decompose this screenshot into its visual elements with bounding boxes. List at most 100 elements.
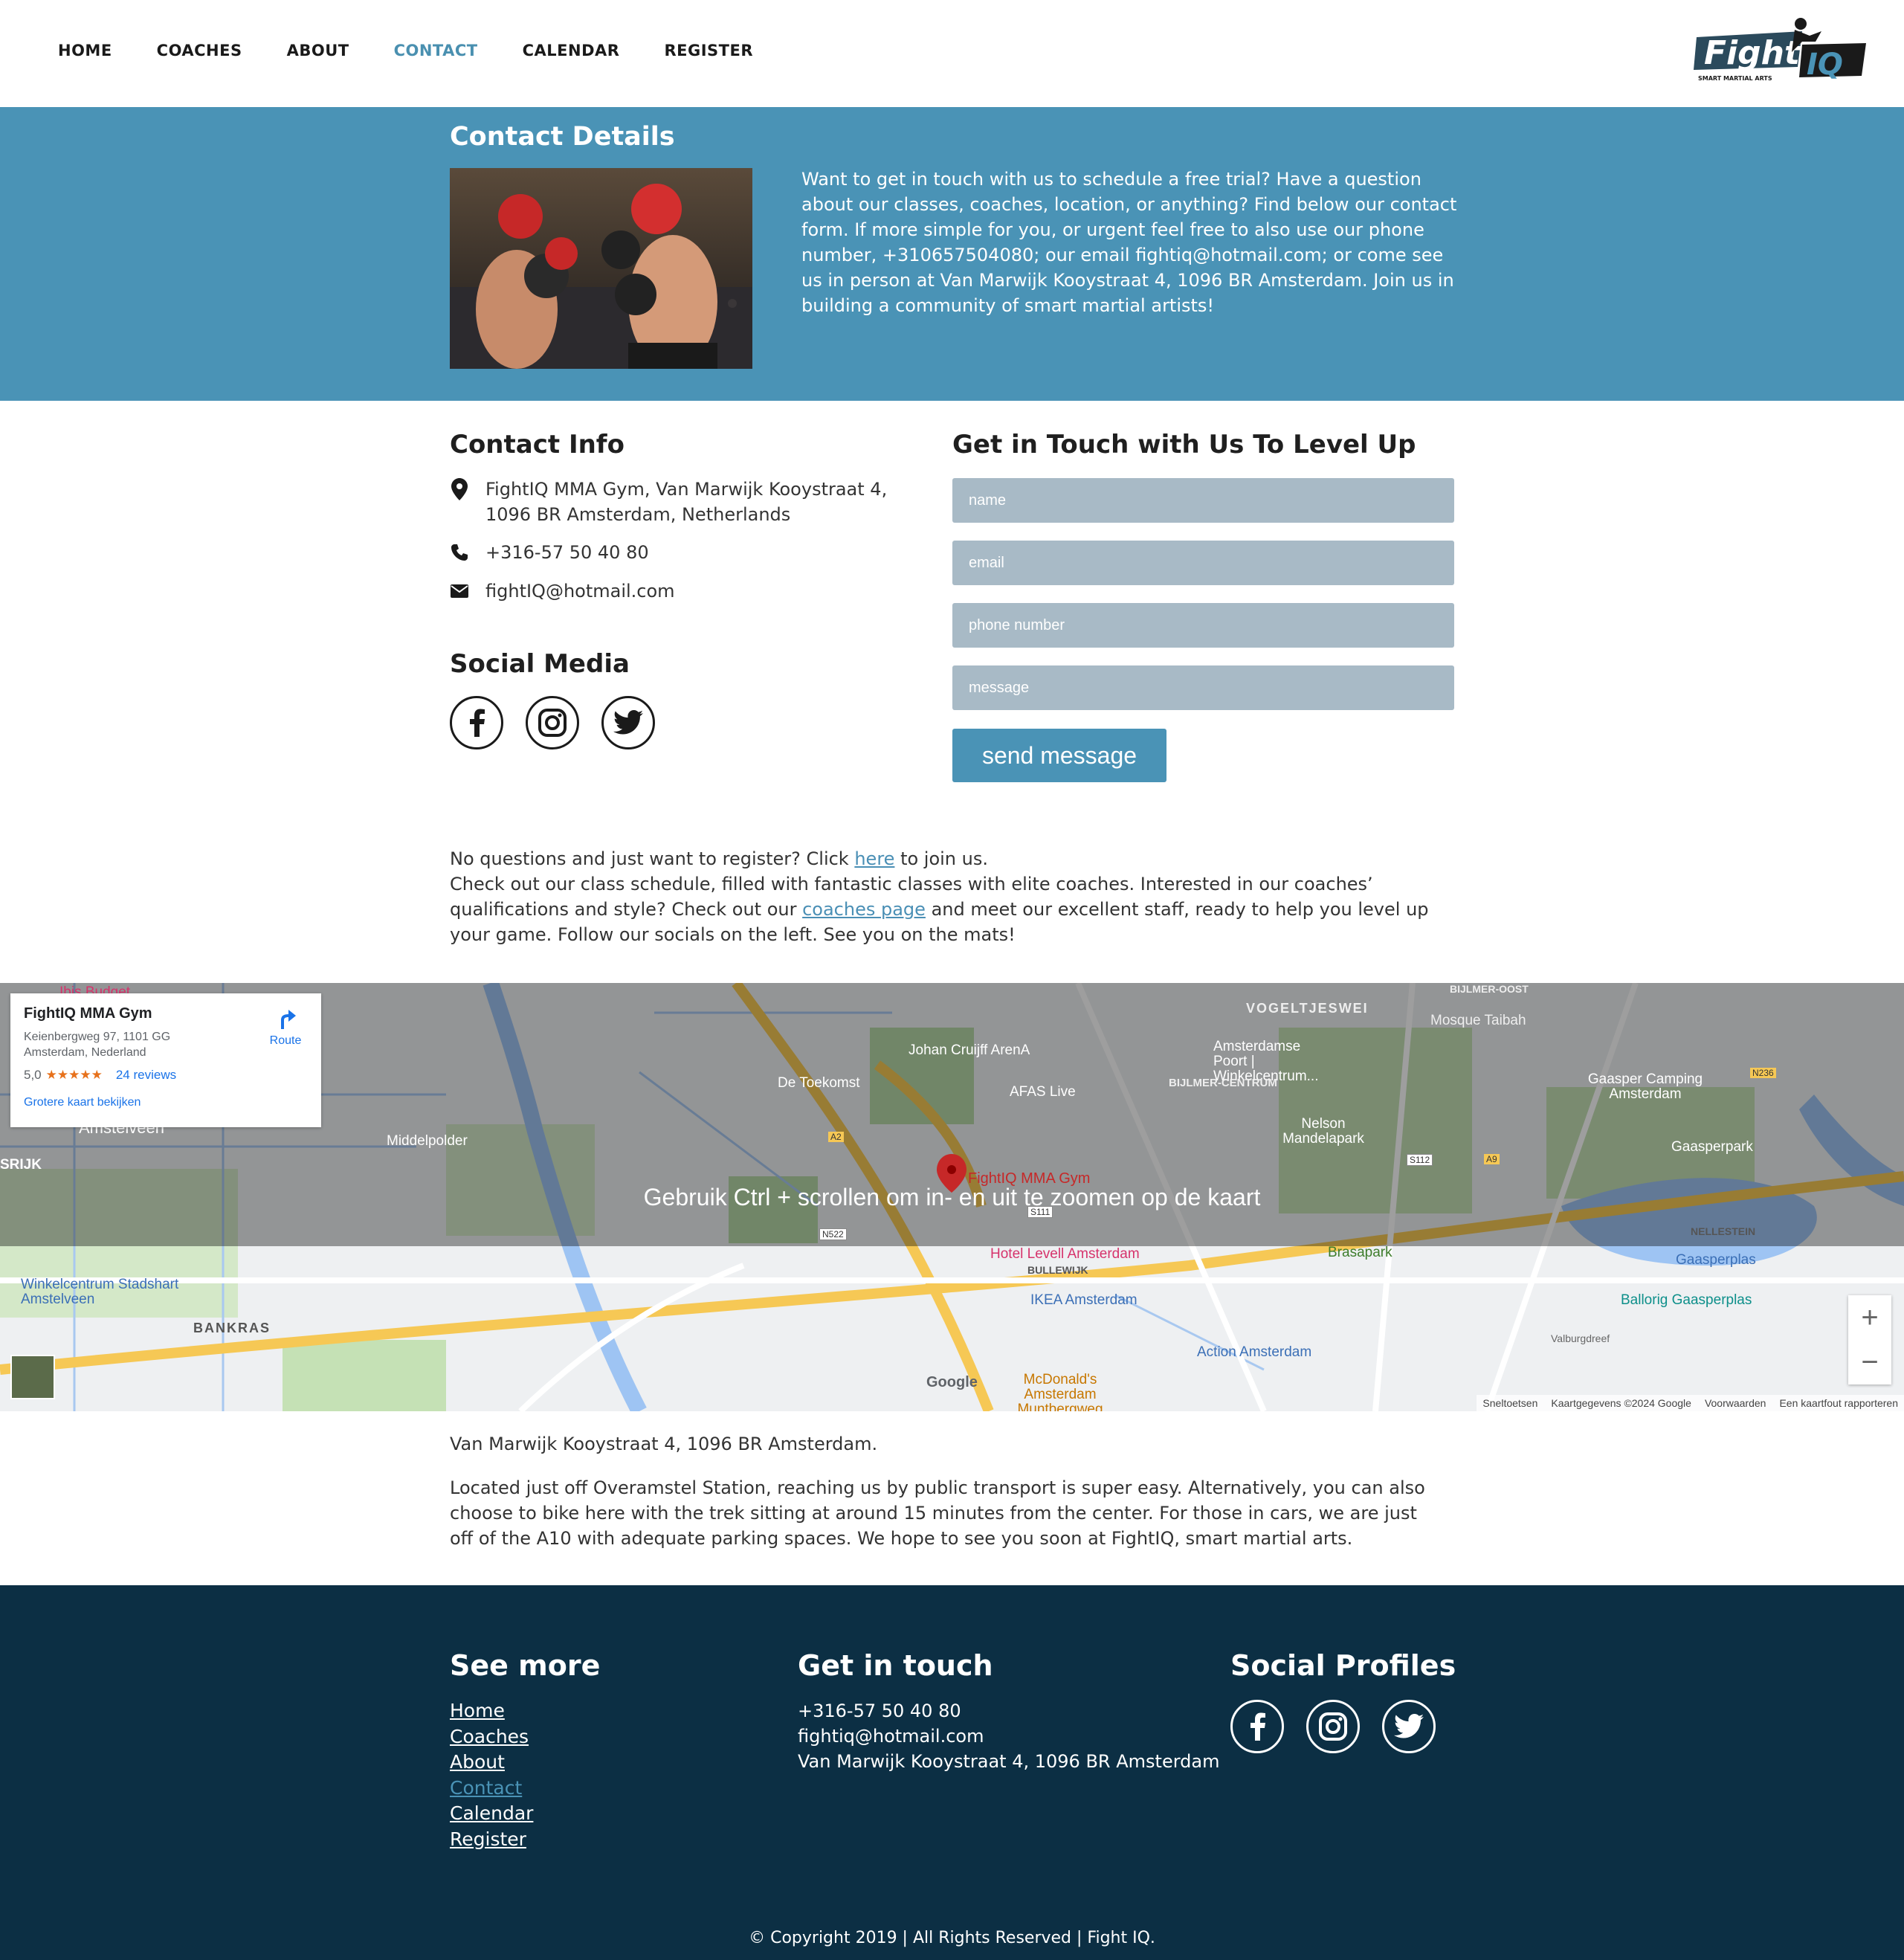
map-card-stars: ★★★★★	[45, 1068, 103, 1082]
nav-coaches[interactable]: COACHES	[157, 42, 242, 59]
message-field[interactable]: message	[952, 665, 1454, 710]
map-card-address-line1: Keienbergweg 97, 1101 GG	[24, 1031, 171, 1043]
map-label-nelson: Nelson Mandelapark	[1282, 1116, 1364, 1147]
footer-phone: +316-57 50 40 80	[798, 1701, 961, 1721]
map-label-ballorig: Ballorig Gaasperplas	[1621, 1292, 1752, 1308]
coaches-paragraph: Check out our class schedule, filled wit…	[450, 871, 1461, 947]
map-label-nellestein: NELLESTEIN	[1691, 1225, 1756, 1237]
footer-twitter-icon[interactable]	[1382, 1700, 1436, 1753]
map-card-title: FightIQ MMA Gym	[24, 1005, 152, 1022]
map-label-mosque: Mosque Taibah	[1430, 1013, 1526, 1028]
map-label-bijlmer-oost: BIJLMER-OOST	[1450, 983, 1529, 995]
map-route-label: Route	[269, 1034, 302, 1047]
map-label-stadshart: Winkelcentrum Stadshart Amstelveen	[21, 1277, 179, 1307]
location-description: Located just off Overamstel Station, rea…	[450, 1477, 1425, 1549]
phone-text: +316-57 50 40 80	[485, 542, 649, 563]
footer-link-about[interactable]: About	[450, 1750, 533, 1776]
social-icons	[450, 696, 655, 749]
map-data-credit: Kaartgegevens ©2024 Google	[1551, 1397, 1691, 1409]
map-scroll-hint: Gebruik Ctrl + scrollen om in- en uit te…	[643, 1184, 1261, 1211]
location-address: Van Marwijk Kooystraat 4, 1096 BR Amster…	[450, 1434, 878, 1454]
nav-about[interactable]: ABOUT	[287, 42, 349, 59]
map-label-ikea: IKEA Amsterdam	[1030, 1292, 1137, 1308]
map-label-afas: AFAS Live	[1010, 1084, 1076, 1100]
twitter-icon[interactable]	[601, 696, 655, 749]
directions-icon	[281, 1010, 296, 1029]
zoom-controls: + −	[1848, 1295, 1891, 1384]
phone-field[interactable]: phone number	[952, 603, 1454, 648]
map-card-address: Keienbergweg 97, 1101 GG Amsterdam, Nede…	[24, 1029, 170, 1060]
svg-text:Fight: Fight	[1704, 34, 1801, 72]
map-label-gaasperpark: Gaasperpark	[1671, 1139, 1753, 1155]
satellite-toggle[interactable]	[10, 1355, 55, 1399]
map-label-bullewijk: BULLEWIJK	[1027, 1264, 1088, 1276]
map-attribution-bar: Sneltoetsen Kaartgegevens ©2024 Google V…	[1477, 1395, 1904, 1411]
nav-register[interactable]: REGISTER	[664, 42, 753, 59]
fightiq-logo[interactable]: Fight IQ SMART MARTIAL ARTS	[1691, 15, 1869, 83]
footer-facebook-icon[interactable]	[1230, 1700, 1284, 1753]
register-text-after: to join us.	[894, 848, 988, 869]
send-message-button[interactable]: send message	[952, 729, 1166, 782]
coaches-page-link[interactable]: coaches page	[802, 899, 926, 920]
map-label-brasapark: Brasapark	[1328, 1245, 1392, 1260]
map-label-valburgdreef: Valburgdreef	[1551, 1332, 1610, 1344]
name-field[interactable]: name	[952, 478, 1454, 523]
google-logo: Google	[926, 1374, 978, 1390]
map-label-arena: Johan Cruijff ArenA	[909, 1042, 1030, 1058]
envelope-icon	[450, 578, 469, 604]
phone-row: +316-57 50 40 80	[450, 540, 926, 565]
site-footer: See more Home Coaches About Contact Cale…	[0, 1585, 1904, 1960]
map-label-bijlmer-centrum: BIJLMER-CENTRUM	[1169, 1077, 1277, 1089]
footer-links: Home Coaches About Contact Calendar Regi…	[450, 1698, 533, 1852]
footer-see-more-heading: See more	[450, 1649, 601, 1682]
contact-details-hero: Contact Details Want to get in touch wit…	[0, 107, 1904, 401]
footer-link-contact[interactable]: Contact	[450, 1776, 533, 1802]
road-a9: A9	[1484, 1154, 1500, 1164]
nav-links: HOME COACHES ABOUT CONTACT CALENDAR REGI…	[58, 42, 798, 59]
footer-address: Van Marwijk Kooystraat 4, 1096 BR Amster…	[798, 1751, 1220, 1772]
register-here-link[interactable]: here	[854, 848, 894, 869]
email-field[interactable]: email	[952, 541, 1454, 585]
facebook-icon[interactable]	[450, 696, 503, 749]
name-placeholder: name	[969, 491, 1007, 509]
nav-contact[interactable]: CONTACT	[394, 42, 478, 59]
footer-instagram-icon[interactable]	[1306, 1700, 1360, 1753]
footer-get-in-touch-heading: Get in touch	[798, 1649, 993, 1682]
instagram-icon[interactable]	[526, 696, 579, 749]
svg-text:IQ: IQ	[1807, 48, 1843, 82]
nav-home[interactable]: HOME	[58, 42, 112, 59]
road-s112: S112	[1407, 1154, 1433, 1166]
nav-calendar[interactable]: CALENDAR	[523, 42, 620, 59]
footer-link-coaches[interactable]: Coaches	[450, 1724, 533, 1750]
svg-text:SMART MARTIAL ARTS: SMART MARTIAL ARTS	[1698, 75, 1772, 82]
footer-contact-details: +316-57 50 40 80 fightiq@hotmail.com Van…	[798, 1698, 1219, 1774]
map-label-hotel-levell: Hotel Levell Amsterdam	[990, 1246, 1140, 1262]
map-report-link[interactable]: Een kaartfout rapporteren	[1779, 1397, 1898, 1409]
map-terms-link[interactable]: Voorwaarden	[1705, 1397, 1766, 1409]
phone-placeholder: phone number	[969, 616, 1065, 634]
footer-link-register[interactable]: Register	[450, 1827, 533, 1853]
phone-icon	[450, 540, 469, 565]
zoom-out-button[interactable]: −	[1848, 1340, 1891, 1384]
map-card-rating: 5,0	[24, 1068, 42, 1082]
map-label-action: Action Amsterdam	[1197, 1344, 1312, 1360]
zoom-in-button[interactable]: +	[1848, 1295, 1891, 1340]
footer-link-calendar[interactable]: Calendar	[450, 1801, 533, 1827]
map-label-mcdonalds: McDonald's Amsterdam Muntbergweg	[1017, 1372, 1103, 1412]
top-navigation: HOME COACHES ABOUT CONTACT CALENDAR REGI…	[0, 0, 1904, 107]
footer-social-icons	[1230, 1700, 1436, 1753]
road-n236: N236	[1750, 1068, 1776, 1078]
register-text-before: No questions and just want to register? …	[450, 848, 855, 869]
map-larger-map-link[interactable]: Grotere kaart bekijken	[24, 1096, 141, 1109]
map-pin-icon	[450, 477, 469, 502]
map-place-card: FightIQ MMA Gym Keienbergweg 97, 1101 GG…	[10, 993, 321, 1127]
footer-email: fightiq@hotmail.com	[798, 1726, 984, 1747]
footer-link-home[interactable]: Home	[450, 1698, 533, 1724]
map-label-middelpolder: Middelpolder	[387, 1133, 468, 1149]
map-shortcuts-link[interactable]: Sneltoetsen	[1482, 1397, 1537, 1409]
map-card-reviews-link[interactable]: 24 reviews	[116, 1068, 176, 1083]
map-route-button[interactable]: Route	[263, 1007, 308, 1048]
map-card-rating-row: 5,0 ★★★★★ 24 reviews	[24, 1068, 176, 1083]
map-label-bankras: BANKRAS	[193, 1321, 271, 1335]
google-map[interactable]: Johan Cruijff ArenA De Toekomst AFAS Liv…	[0, 983, 1904, 1411]
